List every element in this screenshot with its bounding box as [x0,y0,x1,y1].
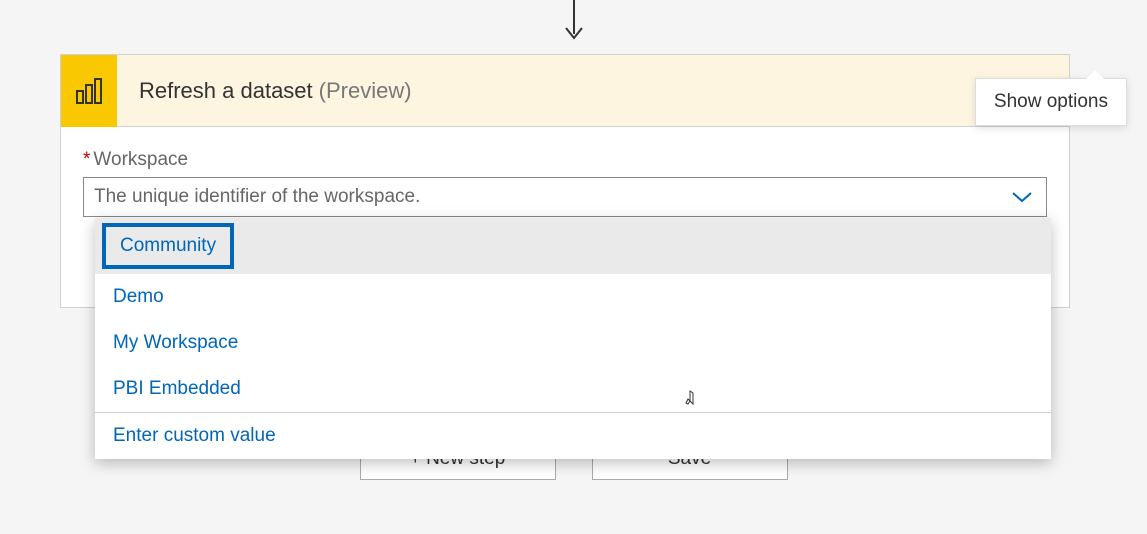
cursor-icon [685,390,699,412]
dropdown-item-pbi-embedded[interactable]: PBI Embedded [95,366,1051,412]
dropdown-item-community[interactable]: Community [102,223,234,269]
workspace-dropdown: Community Demo My Workspace PBI Embedded… [95,218,1051,459]
flow-arrow-down-icon [562,0,586,44]
dropdown-item-demo[interactable]: Demo [95,274,1051,320]
chevron-down-icon [1008,190,1036,204]
card-header: Refresh a dataset (Preview) [61,55,1069,127]
workspace-placeholder: The unique identifier of the workspace. [94,186,1008,208]
dropdown-item-my-workspace[interactable]: My Workspace [95,320,1051,366]
card-title-wrap: Refresh a dataset (Preview) [117,55,1007,126]
tooltip-text: Show options [994,91,1108,112]
required-indicator: * [83,149,90,170]
workspace-field-label: *Workspace [83,149,1047,171]
workspace-label-text: Workspace [93,149,188,170]
dropdown-item-custom-value[interactable]: Enter custom value [95,413,1051,459]
powerbi-icon [61,55,117,127]
dropdown-row-highlighted: Community [95,218,1051,274]
show-options-tooltip: Show options [975,78,1127,126]
card-title: Refresh a dataset [139,78,313,104]
workspace-select[interactable]: The unique identifier of the workspace. [83,177,1047,217]
card-title-suffix: (Preview) [319,78,412,104]
